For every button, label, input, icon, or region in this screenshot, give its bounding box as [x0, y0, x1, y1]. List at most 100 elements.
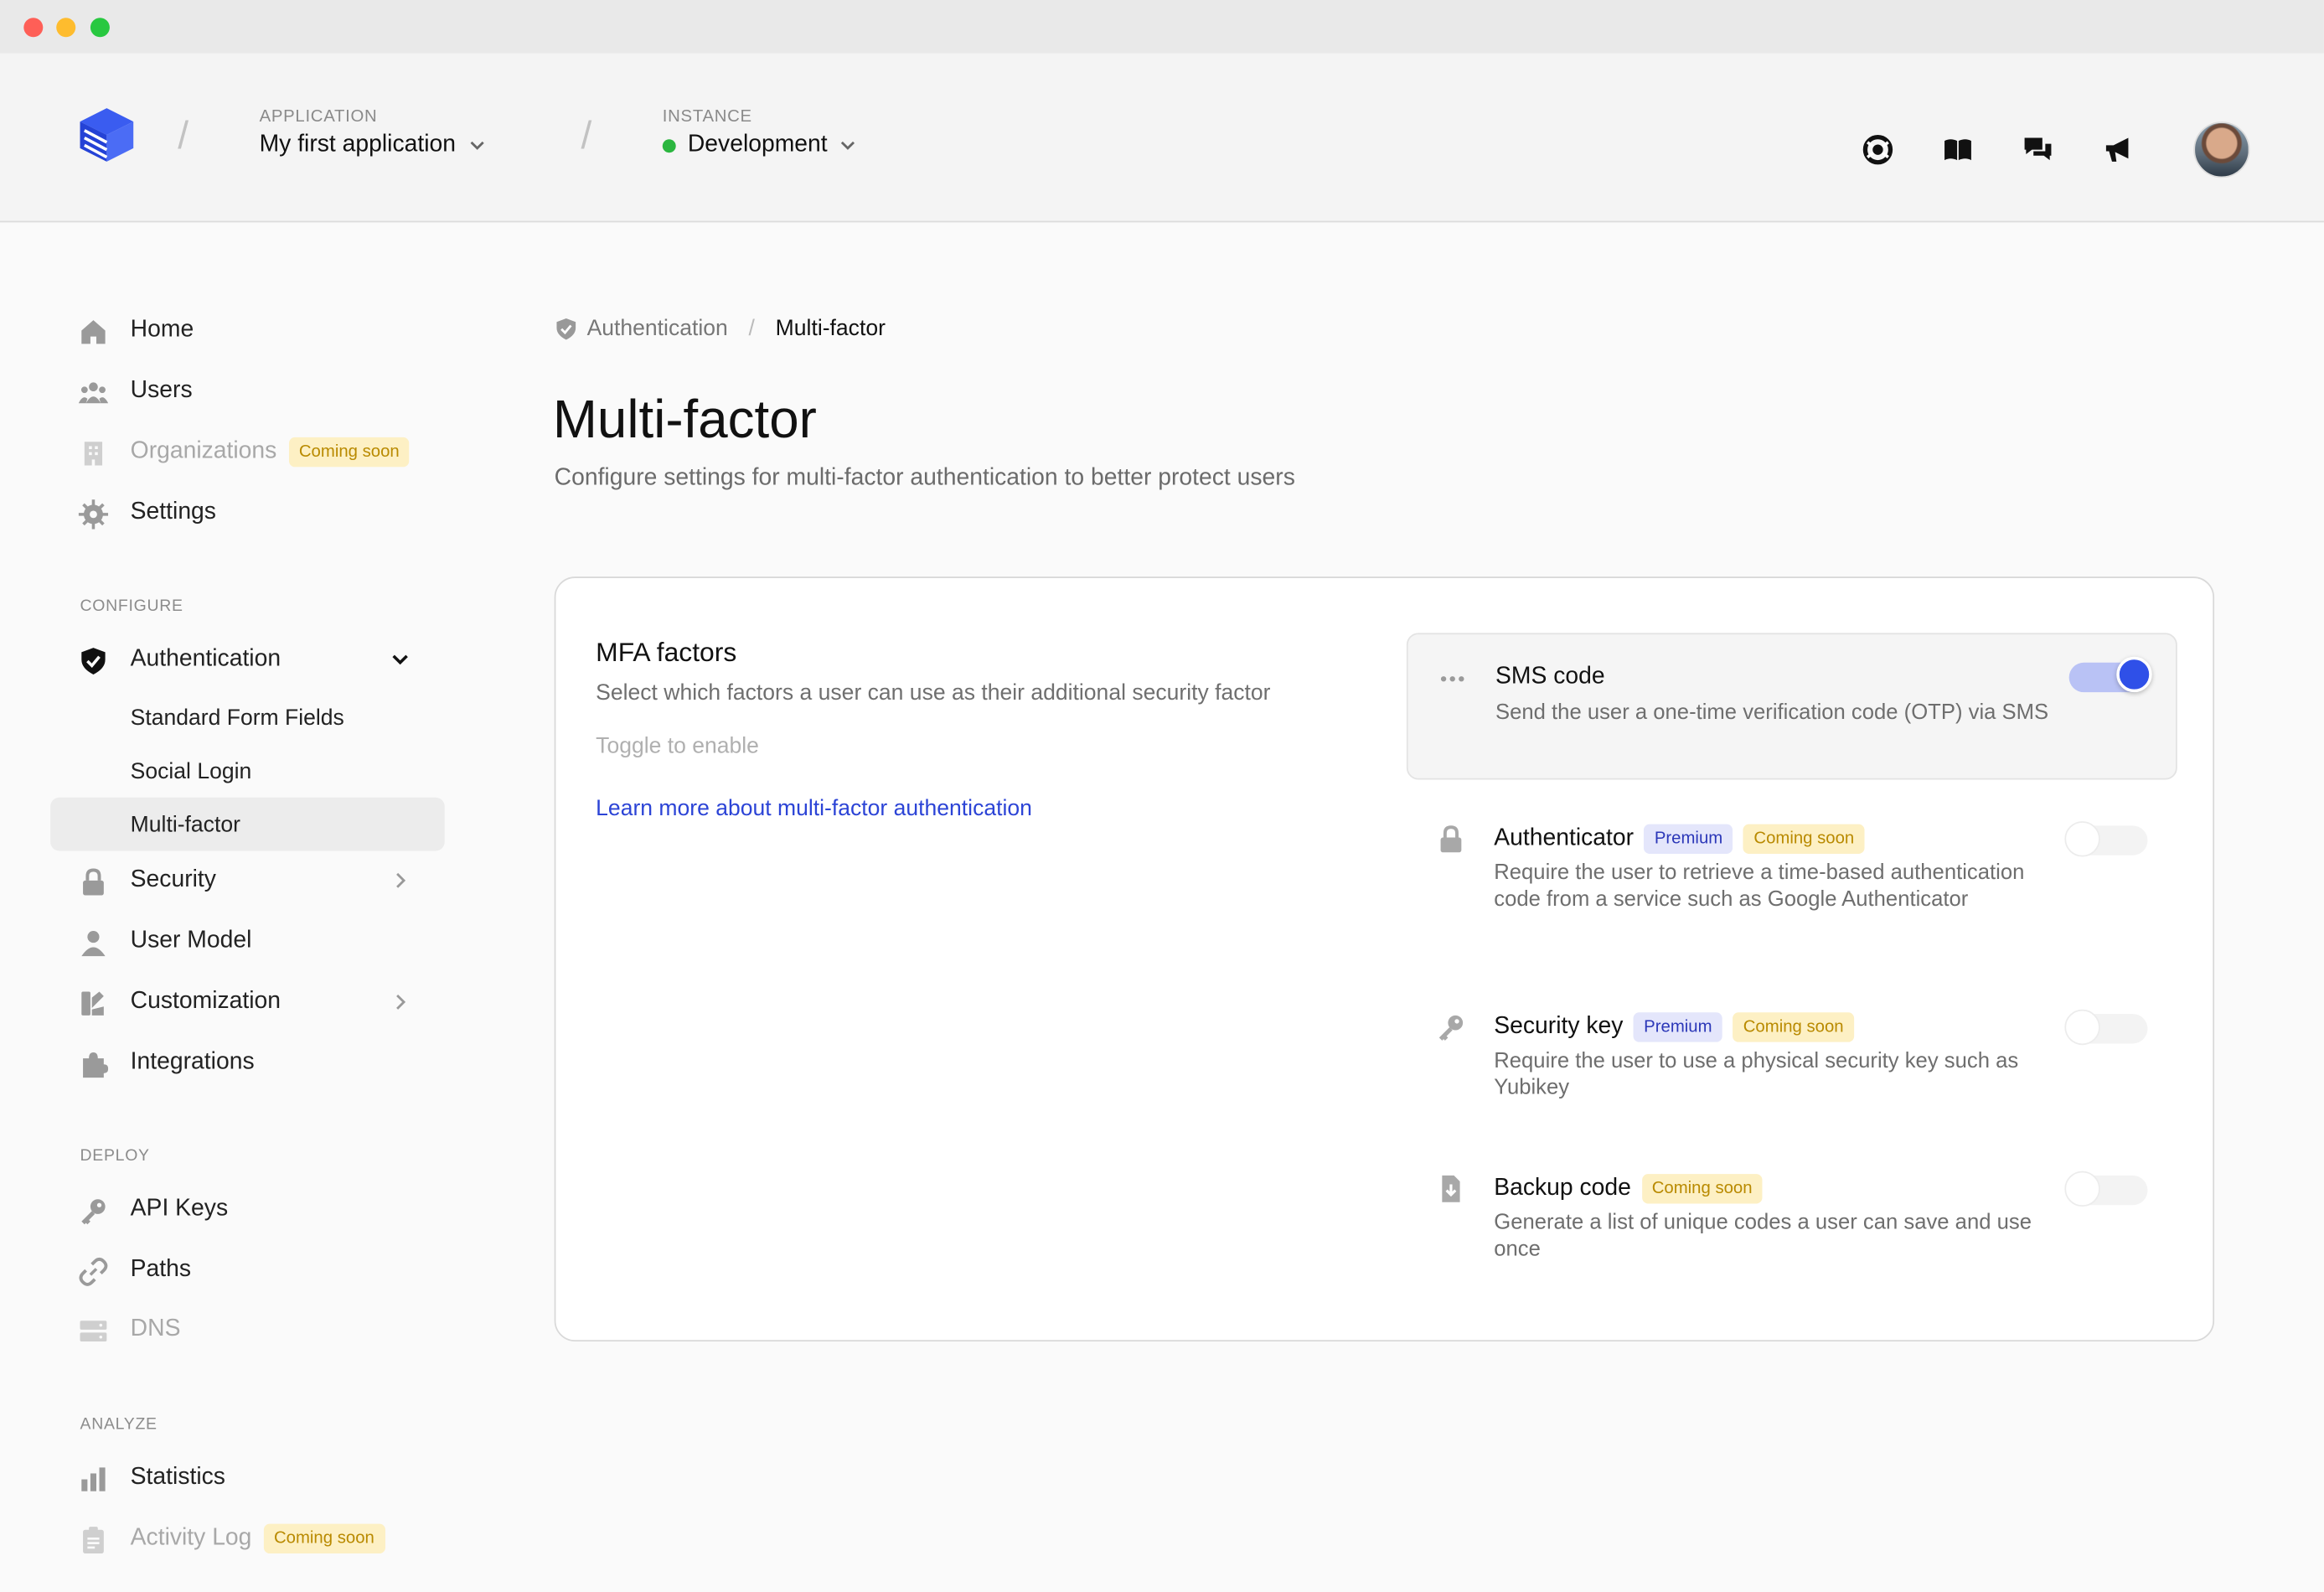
lock-icon: [1440, 825, 1462, 853]
application-switcher[interactable]: APPLICATION My first application: [260, 108, 486, 158]
section-caption-configure: CONFIGURE: [80, 597, 183, 616]
top-header: / APPLICATION My first application / INS…: [0, 53, 2324, 223]
status-dot-icon: [662, 138, 676, 152]
toggle-knob: [2064, 1009, 2100, 1046]
sidebar-item-label: Integrations: [130, 1049, 255, 1075]
factor-title: Security key: [1494, 1014, 1624, 1040]
download-file-icon: [1442, 1175, 1460, 1202]
instance-switcher[interactable]: INSTANCE Development: [662, 108, 857, 158]
factor-security-key: Security key Premium Coming soon Require…: [1407, 983, 2174, 1116]
application-name: My first application: [259, 132, 456, 158]
coming-soon-badge: Coming soon: [288, 437, 411, 468]
application-caption: APPLICATION: [259, 108, 378, 127]
gear-icon: [78, 499, 109, 530]
sidebar-item-label: Customization: [130, 988, 281, 1015]
app-window: / APPLICATION My first application / INS…: [0, 0, 2324, 1592]
backup-code-toggle[interactable]: [2064, 1171, 2148, 1207]
coming-soon-badge: Coming soon: [1743, 824, 1865, 855]
sidebar-item-label: Statistics: [130, 1464, 225, 1490]
coming-soon-badge: Coming soon: [1641, 1174, 1763, 1204]
bar-chart-icon: [81, 1467, 106, 1491]
shield-check-icon: [81, 648, 106, 675]
sidebar-item-label: Activity Log: [130, 1525, 252, 1551]
toggle-knob: [2064, 1171, 2100, 1207]
sidebar-item-users[interactable]: Users: [50, 364, 445, 418]
section-caption-analyze: ANALYZE: [80, 1415, 158, 1434]
sidebar-item-settings[interactable]: Settings: [50, 486, 445, 540]
sidebar-item-label: Social Login: [130, 757, 252, 783]
sidebar-item-paths[interactable]: Paths: [50, 1243, 445, 1297]
toggle-knob: [2116, 656, 2152, 693]
factor-description: Require the user to retrieve a time-base…: [1494, 861, 2025, 912]
home-icon: [81, 320, 106, 344]
sidebar-item-security[interactable]: Security: [50, 854, 445, 907]
card-title: MFA factors: [596, 637, 737, 668]
sidebar-item-label: Paths: [130, 1257, 192, 1283]
sidebar-item-statistics[interactable]: Statistics: [50, 1451, 445, 1505]
factor-authenticator: Authenticator Premium Coming soon Requir…: [1407, 794, 2174, 958]
sidebar-item-activity-log[interactable]: Activity Log Coming soon: [50, 1512, 445, 1565]
drag-handle-icon[interactable]: [1438, 664, 1467, 694]
factor-description: Generate a list of unique codes a user c…: [1494, 1211, 2032, 1262]
factor-title: SMS code: [1495, 664, 1605, 690]
card-hint: Toggle to enable: [596, 733, 759, 759]
link-icon: [79, 1257, 108, 1286]
sidebar-item-multi-factor[interactable]: Multi-factor: [50, 797, 445, 851]
header-actions: [1862, 121, 2250, 178]
breadcrumb-separator: /: [748, 315, 755, 341]
authenticator-toggle[interactable]: [2064, 821, 2148, 857]
sms-code-toggle[interactable]: [2068, 656, 2152, 693]
help-icon[interactable]: [1862, 133, 1894, 166]
palette-icon: [81, 991, 104, 1016]
sidebar-item-label: Users: [130, 378, 193, 404]
section-caption-deploy: DEPLOY: [80, 1147, 150, 1166]
close-window-button[interactable]: [23, 18, 44, 38]
sidebar-item-dns[interactable]: DNS: [50, 1303, 445, 1357]
docs-icon[interactable]: [1942, 133, 1975, 166]
sidebar-item-label: API Keys: [130, 1196, 229, 1222]
security-key-toggle[interactable]: [2064, 1009, 2148, 1046]
announce-icon[interactable]: [2102, 133, 2135, 166]
chevron-down-icon: [392, 654, 408, 665]
sidebar-item-authentication[interactable]: Authentication: [50, 633, 445, 686]
sidebar-item-label: User Model: [130, 928, 252, 954]
sidebar-item-label: Standard Form Fields: [130, 705, 344, 731]
avatar[interactable]: [2193, 121, 2250, 178]
mfa-factors-card: MFA factors Select which factors a user …: [554, 576, 2215, 1342]
card-description: Select which factors a user can use as t…: [596, 680, 1271, 706]
chevron-down-icon: [841, 141, 855, 150]
sidebar-item-api-keys[interactable]: API Keys: [50, 1183, 445, 1237]
coming-soon-badge: Coming soon: [263, 1523, 385, 1554]
sidebar-item-standard-form-fields[interactable]: Standard Form Fields: [50, 690, 445, 744]
maximize-window-button[interactable]: [90, 18, 110, 38]
building-icon: [84, 442, 103, 466]
sidebar-item-organizations[interactable]: Organizations Coming soon: [50, 426, 445, 479]
window-titlebar: [0, 0, 2324, 54]
key-icon: [81, 1199, 106, 1225]
logo-icon[interactable]: [77, 106, 137, 165]
sidebar-item-integrations[interactable]: Integrations: [50, 1036, 445, 1090]
sidebar-item-customization[interactable]: Customization: [50, 975, 445, 1029]
instance-name: Development: [687, 132, 828, 158]
header-divider: /: [581, 112, 592, 158]
factor-title: Authenticator: [1494, 825, 1635, 851]
puzzle-icon: [83, 1052, 109, 1078]
sidebar-item-social-login[interactable]: Social Login: [50, 744, 445, 798]
sidebar-item-label: Authentication: [130, 646, 281, 672]
premium-badge: Premium: [1644, 824, 1733, 855]
instance-caption: INSTANCE: [662, 108, 752, 127]
breadcrumb-current: Multi-factor: [775, 315, 886, 341]
sidebar-item-label: Home: [130, 317, 194, 343]
chat-icon[interactable]: [2022, 133, 2054, 166]
sidebar-item-label: DNS: [130, 1315, 181, 1342]
header-divider: /: [178, 112, 189, 158]
coming-soon-badge: Coming soon: [1733, 1012, 1855, 1042]
sidebar-item-user-model[interactable]: User Model: [50, 915, 445, 969]
sidebar-item-home[interactable]: Home: [50, 304, 445, 358]
learn-more-link[interactable]: Learn more about multi-factor authentica…: [596, 796, 1032, 821]
factor-title: Backup code: [1494, 1175, 1631, 1201]
minimize-window-button[interactable]: [56, 18, 76, 38]
server-icon: [80, 1321, 107, 1342]
shield-check-icon: [556, 318, 576, 339]
breadcrumb-parent[interactable]: Authentication: [587, 316, 728, 341]
